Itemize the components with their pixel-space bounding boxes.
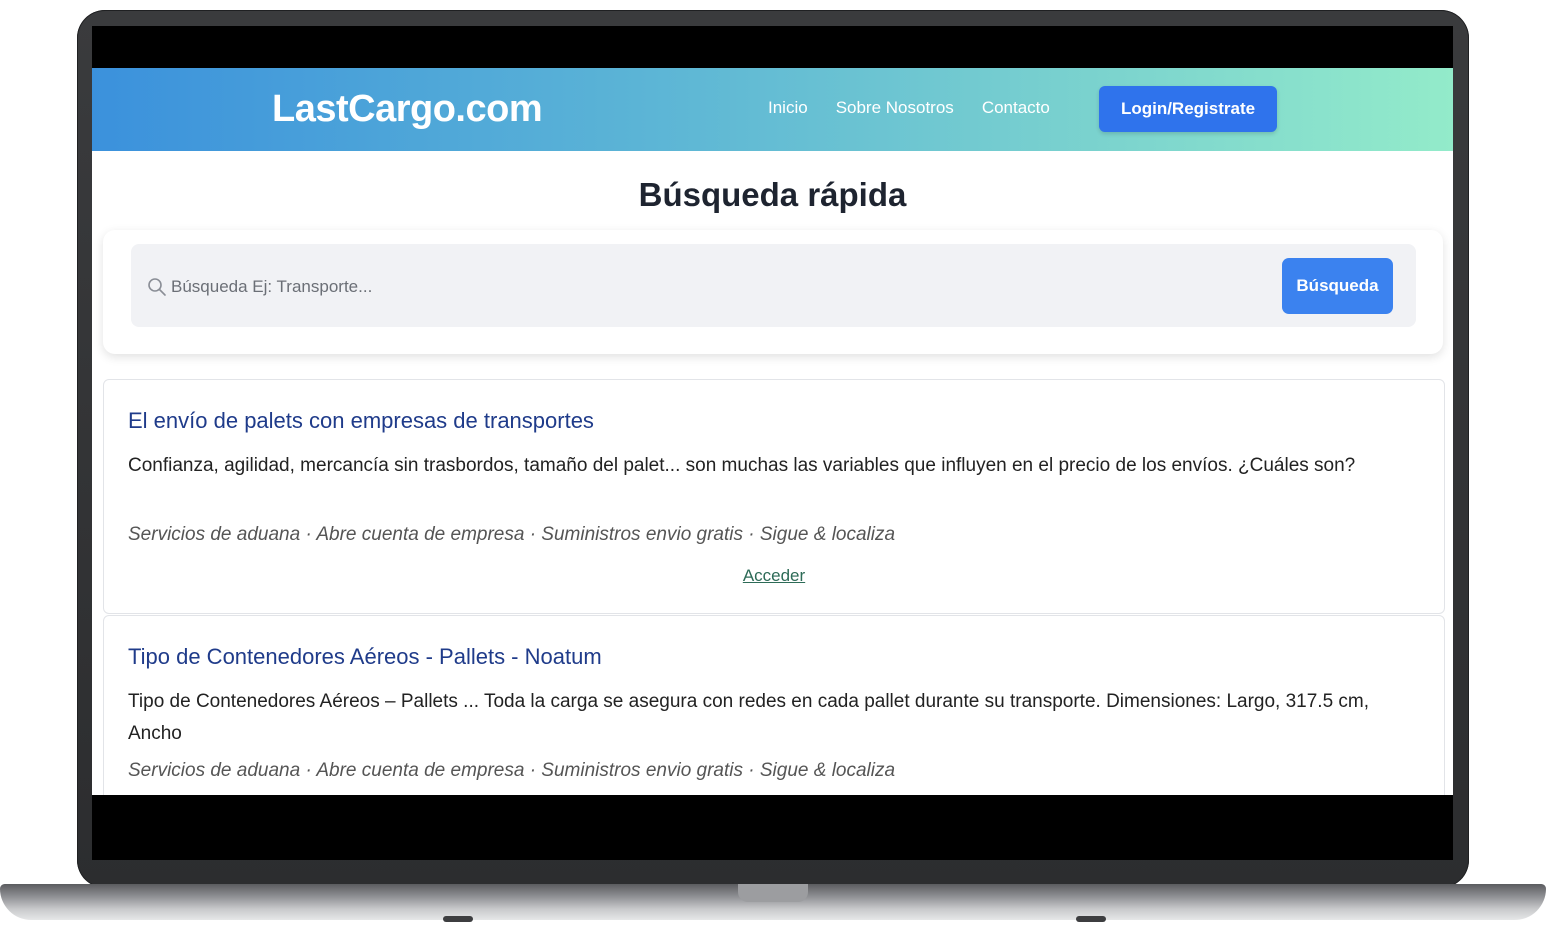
result-title[interactable]: El envío de palets con empresas de trans… (128, 408, 594, 434)
main-nav: Inicio Sobre Nosotros Contacto (768, 98, 1050, 118)
nav-inicio[interactable]: Inicio (768, 98, 808, 118)
result-card: Tipo de Contenedores Aéreos - Pallets - … (103, 615, 1445, 795)
brand-logo[interactable]: LastCargo.com (272, 88, 543, 131)
result-title[interactable]: Tipo de Contenedores Aéreos - Pallets - … (128, 644, 602, 670)
browser-screen: LastCargo.com Inicio Sobre Nosotros Cont… (92, 68, 1453, 795)
nav-sobre-nosotros[interactable]: Sobre Nosotros (836, 98, 954, 118)
laptop-foot (443, 916, 473, 922)
laptop-opening-notch (738, 884, 808, 902)
result-description: Confianza, agilidad, mercancía sin trasb… (128, 455, 1356, 476)
search-icon (148, 278, 166, 296)
search-input[interactable] (169, 272, 1223, 302)
nav-contacto[interactable]: Contacto (982, 98, 1050, 118)
laptop-foot (1076, 916, 1106, 922)
result-description: Tipo de Contenedores Aéreos – Pallets ..… (128, 691, 1370, 744)
site-header: LastCargo.com Inicio Sobre Nosotros Cont… (92, 68, 1453, 151)
search-card: Búsqueda (103, 230, 1443, 354)
result-tags: Servicios de aduana · Abre cuenta de emp… (128, 524, 896, 545)
result-access-link[interactable]: Acceder (104, 566, 1444, 586)
laptop-base (0, 884, 1546, 950)
result-card: El envío de palets con empresas de trans… (103, 379, 1445, 614)
page-title: Búsqueda rápida (638, 176, 907, 213)
search-bar: Búsqueda (131, 244, 1416, 327)
search-button[interactable]: Búsqueda (1282, 258, 1393, 314)
login-register-button[interactable]: Login/Registrate (1099, 86, 1277, 132)
result-tags: Servicios de aduana · Abre cuenta de emp… (128, 760, 896, 781)
